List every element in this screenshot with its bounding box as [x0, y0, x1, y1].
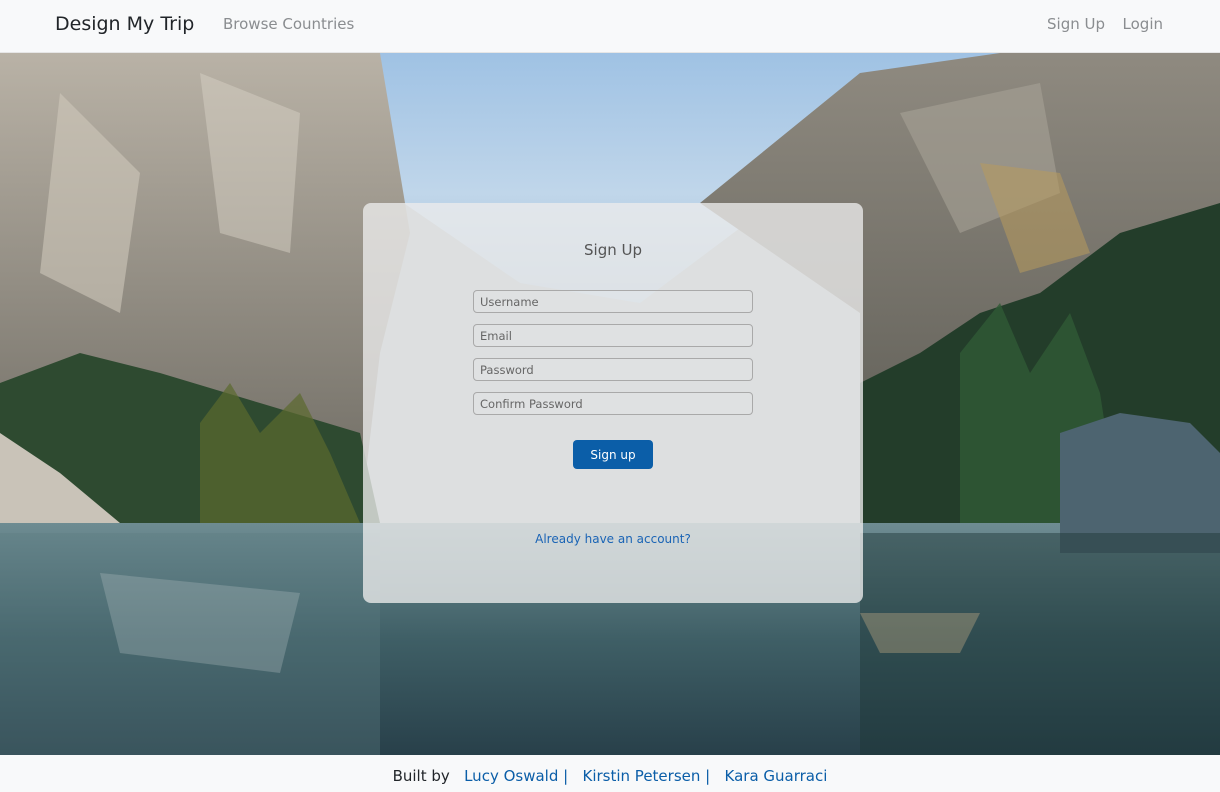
navbar: Design My Trip Browse Countries Sign Up …: [0, 0, 1220, 53]
password-input[interactable]: [473, 358, 753, 381]
author-link-lucy-oswald[interactable]: Lucy Oswald |: [464, 767, 568, 785]
confirm-password-input[interactable]: [473, 392, 753, 415]
author-link-kara-guarraci[interactable]: Kara Guarraci: [725, 767, 828, 785]
signup-title: Sign Up: [584, 241, 642, 259]
email-input[interactable]: [473, 324, 753, 347]
footer-built-by: Built by: [392, 767, 450, 785]
signup-submit-button[interactable]: Sign up: [573, 440, 653, 469]
signup-card: Sign Up Sign up Already have an account?: [363, 203, 863, 603]
nav-browse-countries[interactable]: Browse Countries: [223, 15, 354, 33]
already-have-account-link[interactable]: Already have an account?: [363, 532, 863, 546]
nav-login[interactable]: Login: [1123, 15, 1163, 33]
brand-logo-link[interactable]: Design My Trip: [55, 13, 194, 35]
username-input[interactable]: [473, 290, 753, 313]
author-link-kirstin-petersen[interactable]: Kirstin Petersen |: [583, 767, 711, 785]
nav-sign-up[interactable]: Sign Up: [1047, 15, 1105, 33]
footer: Built by Lucy Oswald | Kirstin Petersen …: [0, 755, 1220, 792]
